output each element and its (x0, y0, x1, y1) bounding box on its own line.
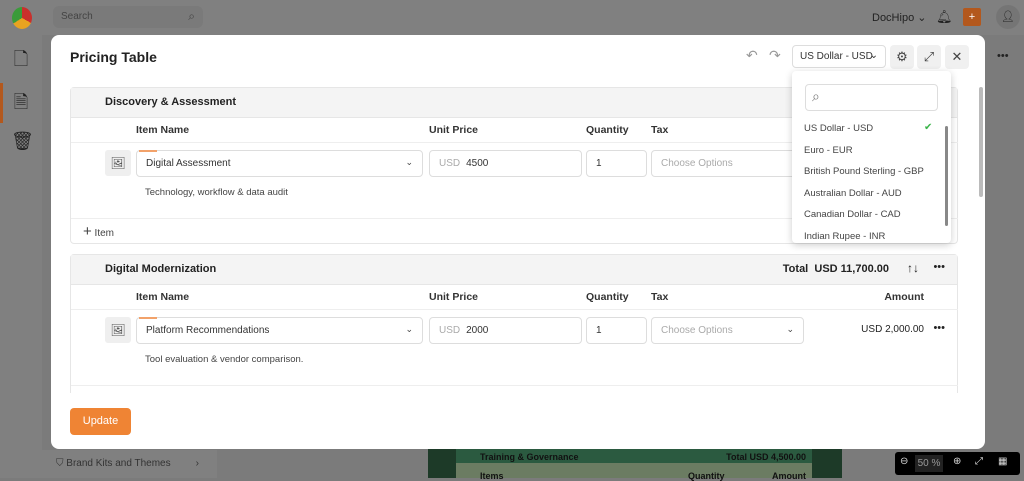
trash-icon[interactable]: 🗑 (11, 131, 34, 153)
chevron-down-icon: ⌄ (405, 157, 413, 167)
image-icon[interactable]: 🖼︎ (105, 150, 131, 176)
search-placeholder: Search (61, 11, 93, 22)
section-total: USD 11,700.00 (814, 263, 889, 275)
zoom-in-icon[interactable]: ⊕ (953, 456, 961, 467)
brand-icon: ⛉ (56, 458, 67, 469)
grid-icon[interactable]: ▦ (998, 456, 1007, 467)
canvas-col-quantity: Quantity (688, 471, 725, 481)
close-icon: ✕ (951, 49, 963, 64)
check-icon: ✔ (924, 122, 933, 133)
user-avatar[interactable]: 👤︎ (996, 5, 1020, 29)
zoom-level[interactable]: 50 % (915, 455, 943, 472)
modal-title: Pricing Table (70, 49, 157, 65)
move-up-down-icons[interactable]: ↑↓ (907, 261, 919, 275)
section-digital-modernization: Digital Modernization Total USD 11,700.0… (70, 254, 958, 393)
image-icon[interactable]: 🖼︎ (105, 317, 131, 343)
canvas-col-amount: Amount (772, 471, 806, 481)
item-description[interactable]: Technology, workflow & data audit (145, 187, 288, 198)
currency-option[interactable]: Indian Rupee - INR (804, 231, 885, 242)
canvas-section-title: Training & Governance (480, 452, 579, 462)
page-icon[interactable]: 🗎 (11, 90, 31, 112)
zoom-controls: ⊖ 50 % ⊕ ⤢ ▦ (895, 452, 1020, 475)
canvas-total: Total USD 4,500.00 (726, 452, 806, 462)
quantity-input[interactable]: 1 (586, 317, 647, 344)
gear-icon: ⚙ (896, 49, 908, 64)
item-amount: USD 2,000.00 (861, 324, 924, 335)
brand-kits-label: Brand Kits and Themes (66, 458, 171, 469)
total-label: Total (782, 263, 809, 275)
tax-select[interactable]: Choose Options ⌄ (651, 317, 804, 344)
document-icon[interactable]: 🗋 (11, 47, 31, 69)
chevron-down-icon: ⌄ (786, 324, 794, 334)
search-icon: ⌕ (188, 9, 195, 23)
more-icon[interactable]: ••• (997, 50, 1009, 62)
add-button[interactable]: + (963, 8, 981, 26)
more-icon[interactable]: ••• (933, 261, 945, 273)
unit-price-input[interactable]: USD 4500 (429, 150, 582, 177)
currency-option[interactable]: Canadian Dollar - CAD (804, 209, 901, 220)
workspace-menu[interactable]: DocHipo ⌄ (872, 11, 926, 24)
col-item-name: Item Name (136, 291, 190, 303)
brand-kits-link[interactable]: ⛉ Brand Kits and Themes › (42, 450, 217, 478)
expand-icon: ⤢ (923, 49, 935, 64)
search-icon: ⌕ (812, 88, 820, 104)
col-unit-price: Unit Price (429, 291, 479, 303)
currency-search-input[interactable]: ⌕ (805, 84, 938, 111)
currency-option[interactable]: Euro - EUR (804, 145, 853, 156)
zoom-out-icon[interactable]: ⊖ (900, 456, 908, 467)
currency-option[interactable]: US Dollar - USD (804, 123, 873, 134)
expand-button[interactable]: ⤢ (917, 45, 941, 69)
search-input[interactable]: Search ⌕ (53, 6, 203, 28)
update-button[interactable]: Update (70, 408, 131, 435)
active-indicator (0, 83, 3, 123)
item-description[interactable]: Tool evaluation & vendor comparison. (145, 354, 303, 365)
section-header: Digital Modernization Total USD 11,700.0… (71, 255, 957, 285)
col-quantity: Quantity (586, 124, 629, 136)
col-tax: Tax (651, 291, 669, 303)
col-amount: Amount (884, 291, 924, 303)
left-sidebar: 🗋 🗎 🗑 (0, 35, 42, 478)
dropdown-scrollbar[interactable] (945, 126, 948, 226)
quantity-input[interactable]: 1 (586, 150, 647, 177)
currency-select[interactable]: US Dollar - USD ⌄ (792, 45, 886, 68)
undo-icon[interactable]: ↶ (746, 47, 758, 64)
canvas-col-items: Items (480, 471, 504, 481)
section-title: Digital Modernization (105, 263, 217, 275)
chevron-down-icon: ⌄ (405, 324, 413, 334)
chevron-down-icon: ⌄ (869, 50, 878, 61)
item-name-select[interactable]: Platform Recommendations ⌄ (136, 317, 423, 344)
pricing-table-modal: Pricing Table ↶ ↷ US Dollar - USD ⌄ ⚙ ⤢ ✕… (51, 35, 985, 449)
item-name-select[interactable]: Digital Assessment ⌄ (136, 150, 423, 177)
top-bar: Search ⌕ DocHipo ⌄ 🔔︎ + 👤︎ (0, 0, 1024, 35)
currency-dropdown: ⌕ US Dollar - USD ✔ Euro - EUR British P… (792, 71, 951, 243)
row-more-icon[interactable]: ••• (933, 322, 945, 334)
col-quantity: Quantity (586, 291, 629, 303)
workspace-name: DocHipo (872, 12, 915, 24)
add-item-button[interactable]: + Item (83, 223, 114, 240)
currency-value: US Dollar - USD (800, 51, 873, 62)
col-tax: Tax (651, 124, 669, 136)
currency-option[interactable]: Australian Dollar - AUD (804, 188, 902, 199)
col-item-name: Item Name (136, 124, 190, 136)
dochipo-logo[interactable] (12, 7, 32, 29)
plus-icon: + (83, 223, 92, 240)
redo-icon[interactable]: ↷ (769, 47, 781, 64)
currency-option[interactable]: British Pound Sterling - GBP (804, 166, 924, 177)
document-canvas: Training & Governance Total USD 4,500.00… (428, 449, 842, 481)
close-button[interactable]: ✕ (945, 45, 969, 69)
section-title: Discovery & Assessment (105, 96, 237, 108)
settings-button[interactable]: ⚙ (890, 45, 914, 69)
unit-price-input[interactable]: USD 2000 (429, 317, 582, 344)
bell-icon[interactable]: 🔔︎ (936, 9, 953, 25)
col-unit-price: Unit Price (429, 124, 479, 136)
modal-scrollbar[interactable] (978, 83, 984, 395)
tax-select[interactable]: Choose Options (651, 150, 801, 177)
fit-screen-icon[interactable]: ⤢ (975, 456, 983, 467)
